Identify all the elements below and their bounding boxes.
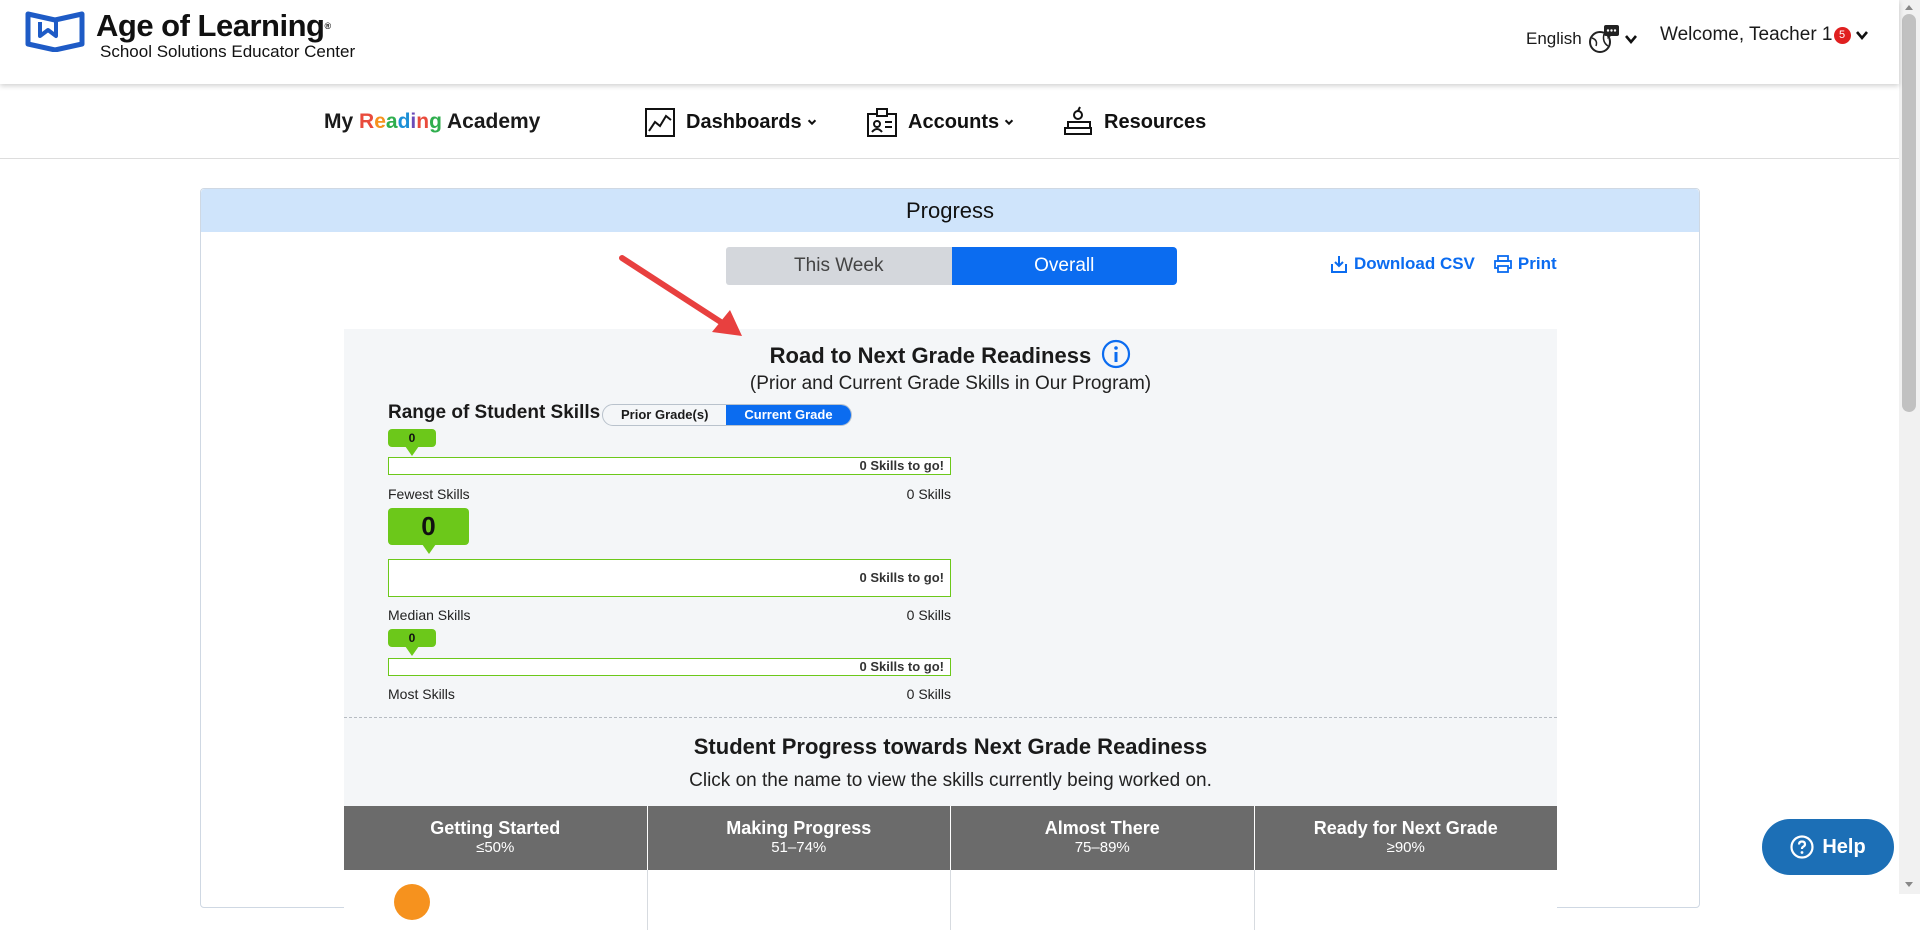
chart-icon [645,108,675,137]
grade-segment-toggle: Prior Grade(s) Current Grade [602,404,852,426]
notification-badge: 5 [1833,26,1851,44]
student-progress-subtitle: Click on the name to view the skills cur… [689,770,1212,791]
fewest-skills-bar: 0 Skills to go! [388,457,951,475]
progress-columns-header: Getting Started ≤50% Making Progress 51–… [344,806,1557,870]
progress-columns-body [344,870,1557,930]
column-range: ≤50% [476,839,515,856]
fewest-skills-label: Fewest Skills [388,486,470,502]
column-range: 51–74% [771,839,827,856]
top-header: Age of Learning® School Solutions Educat… [0,0,1899,84]
column-making-progress: Making Progress 51–74% [647,806,951,870]
column-cell [951,870,1255,930]
globe-chat-icon [1588,25,1619,53]
road-title: Road to Next Grade Readiness [344,339,1557,375]
range-label: Range of Student Skills [388,402,601,423]
scroll-down-icon[interactable] [1903,880,1915,890]
column-cell [1255,870,1558,930]
column-getting-started: Getting Started ≤50% [344,806,648,870]
nav-dashboards[interactable]: Dashboards [644,106,818,138]
column-title: Making Progress [726,818,872,838]
brand-academy: Academy [446,110,541,133]
help-button[interactable]: Help [1762,819,1894,875]
student-progress-title: Student Progress towards Next Grade Read… [693,734,1208,759]
question-icon [1790,835,1814,859]
chevron-down-icon [1855,31,1868,41]
median-skills-label: Median Skills [388,607,471,623]
main-navigation: My Reading Academy Dashboards Accounts R… [0,84,1899,159]
time-range-toggle: This Week Overall [726,247,1177,285]
info-icon[interactable] [1101,339,1131,375]
progress-panel: Progress This Week Overall Download CSV … [200,188,1700,930]
median-skills-bar: 0 Skills to go! [388,559,951,597]
most-skills-bar: 0 Skills to go! [388,658,951,676]
language-label: English [1526,29,1582,48]
section-divider [344,717,1557,718]
books-icon [1064,106,1092,135]
column-title: Getting Started [430,818,561,838]
road-title-text: Road to Next Grade Readiness [769,342,1092,368]
chevron-down-icon [1004,119,1014,126]
column-title: Almost There [1044,818,1160,838]
segment-current-grade[interactable]: Current Grade [726,405,851,425]
readiness-content: Road to Next Grade Readiness (Prior and … [344,329,1557,930]
road-subtitle: (Prior and Current Grade Skills in Our P… [749,373,1152,394]
nav-resources-label: Resources [1104,110,1207,133]
logo-title: Age of Learning® [96,8,331,43]
scrollbar-thumb[interactable] [1902,14,1916,412]
id-card-icon [867,108,897,137]
panel-actions: Download CSV Print [1329,254,1557,274]
welcome-text: Welcome, Teacher 1 [1660,24,1833,45]
most-skills-label: Most Skills [388,686,455,702]
median-skills-value: 0 Skills [906,607,951,623]
column-title: Ready for Next Grade [1313,818,1498,838]
my-reading-academy-brand[interactable]: My Reading Academy [324,110,540,134]
tab-this-week[interactable]: This Week [726,247,952,285]
most-skills-value: 0 Skills [906,686,951,702]
tab-overall[interactable]: Overall [951,247,1177,285]
nav-resources[interactable]: Resources [1062,106,1206,138]
column-range: ≥90% [1386,839,1425,856]
column-cell [344,870,648,930]
nav-accounts[interactable]: Accounts [866,106,1015,138]
download-csv-button[interactable]: Download CSV [1329,254,1475,274]
scroll-up-icon[interactable] [1903,2,1915,12]
column-cell [648,870,951,930]
logo-subtitle: School Solutions Educator Center [100,42,356,61]
fewest-skills-value: 0 Skills [906,486,951,502]
print-label: Print [1517,254,1557,273]
nav-accounts-label: Accounts [908,110,1000,133]
language-selector[interactable]: English [1526,24,1638,54]
download-icon [1331,256,1347,273]
median-skills-bubble: 0 [388,508,469,554]
brand-reading: Reading [359,110,442,133]
age-of-learning-logo[interactable]: Age of Learning® School Solutions Educat… [24,10,355,62]
most-skills-bubble: 0 [388,629,436,656]
download-csv-label: Download CSV [1354,254,1475,273]
column-almost-there: Almost There 75–89% [951,806,1255,870]
printer-icon [1494,255,1512,273]
segment-prior-grades[interactable]: Prior Grade(s) [603,405,726,425]
chevron-down-icon [807,119,816,126]
panel-title: Progress [201,189,1699,232]
user-menu[interactable]: Welcome, Teacher 1 5 [1660,24,1869,46]
nav-dashboards-label: Dashboards [686,110,802,133]
book-logo-icon [25,11,85,52]
column-range: 75–89% [1074,839,1130,856]
column-ready-next-grade: Ready for Next Grade ≥90% [1254,806,1557,870]
fewest-skills-bubble: 0 [388,429,436,456]
brand-my: My [324,110,354,133]
chevron-down-icon [1624,35,1637,45]
annotation-arrow-icon [619,255,742,336]
help-label: Help [1822,835,1866,858]
print-button[interactable]: Print [1493,254,1557,274]
student-avatar[interactable] [394,884,430,920]
